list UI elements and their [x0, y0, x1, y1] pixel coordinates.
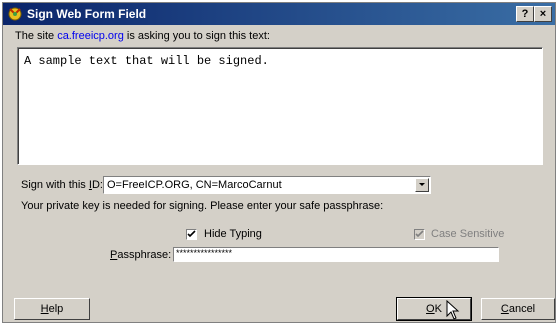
id-select-label: Sign with this ID: [21, 179, 103, 191]
case-sensitive-label: Case Sensitive [431, 228, 505, 240]
passphrase-label: Passphrase: [110, 249, 172, 261]
id-select-value: O=FreeICP.ORG, CN=MarcoCarnut [107, 179, 282, 191]
check-icon [415, 230, 424, 238]
site-link[interactable]: ca.freeicp.org [57, 30, 124, 42]
sign-dialog: Sign Web Form Field ? × The site ca.free… [2, 2, 556, 323]
help-title-button[interactable]: ? [516, 6, 534, 22]
title-bar: Sign Web Form Field ? × [3, 3, 555, 25]
window-title: Sign Web Form Field [27, 7, 147, 21]
hide-typing-checkbox[interactable] [186, 229, 197, 240]
help-button[interactable]: Help [14, 298, 90, 320]
dropdown-button[interactable] [415, 178, 429, 192]
prompt-text: The site ca.freeicp.org is asking you to… [15, 30, 270, 42]
chevron-down-icon [419, 183, 425, 186]
text-to-sign-area[interactable]: A sample text that will be signed. [17, 47, 543, 165]
passphrase-input[interactable]: **************** [173, 247, 499, 262]
id-select[interactable]: O=FreeICP.ORG, CN=MarcoCarnut [103, 176, 431, 194]
close-button[interactable]: × [534, 6, 552, 22]
cancel-button[interactable]: Cancel [481, 298, 555, 320]
prompt-prefix: The site [15, 30, 58, 42]
case-sensitive-checkbox [414, 229, 425, 240]
prompt-suffix: is asking you to sign this text: [123, 30, 270, 42]
mouse-cursor-icon [446, 300, 460, 320]
certificate-icon [8, 7, 22, 21]
check-icon [187, 230, 196, 238]
hide-typing-label: Hide Typing [204, 228, 262, 240]
key-message: Your private key is needed for signing. … [21, 200, 384, 212]
